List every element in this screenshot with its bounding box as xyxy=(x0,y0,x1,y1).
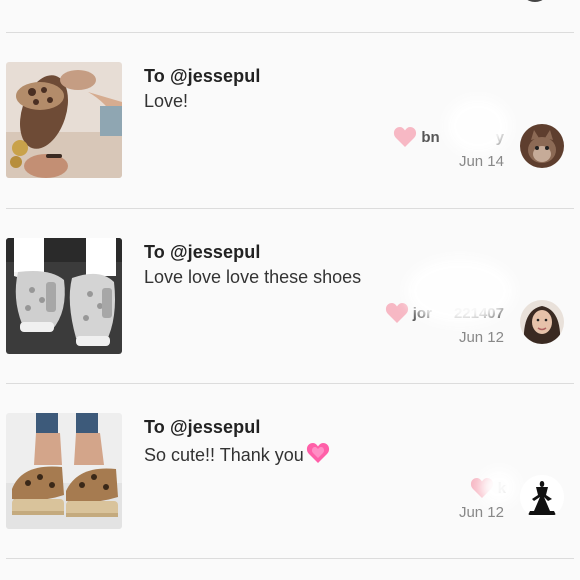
comment-text: So cute!! Thank you xyxy=(144,442,330,469)
comment-date: Jun 14 xyxy=(458,153,504,170)
recipient-label: To @jessepul xyxy=(144,242,261,262)
comment-item[interactable]: To @jessepul Love love love these shoes … xyxy=(0,238,580,360)
thumbnail-leopard-espadrille-sandal[interactable] xyxy=(6,413,122,529)
recipient-label: To @jessepul xyxy=(144,66,261,86)
avatar-partial xyxy=(520,0,550,2)
like-heart-icon[interactable] xyxy=(393,126,417,148)
like-heart-icon[interactable] xyxy=(385,302,409,324)
comment-date: Jun 12 xyxy=(458,329,504,346)
divider xyxy=(6,208,574,209)
thumbnail-snakeskin-wedge-sneaker[interactable] xyxy=(6,238,122,354)
redaction-blur xyxy=(406,258,514,324)
avatar-user-photo[interactable] xyxy=(520,300,564,344)
divider xyxy=(6,32,574,33)
comment-date: Jun 12 xyxy=(458,504,504,521)
username[interactable]: bn xyxy=(421,129,439,146)
comment-text: Love love love these shoes xyxy=(144,267,362,287)
divider xyxy=(6,558,574,559)
avatar-cat-photo[interactable] xyxy=(520,124,564,168)
recipient-label: To @jessepul xyxy=(144,417,261,437)
comment-text-body: So cute!! Thank you xyxy=(144,445,304,465)
comment-item[interactable]: To @jessepul Love! bny Jun 14 xyxy=(0,62,580,184)
redaction-blur xyxy=(480,469,518,505)
redaction-blur xyxy=(446,98,510,154)
avatar-dancer-logo[interactable] xyxy=(520,475,564,519)
divider xyxy=(6,383,574,384)
comment-item[interactable]: To @jessepul So cute!! Thank you k Jun 1… xyxy=(0,413,580,535)
comment-text: Love! xyxy=(144,91,189,111)
pink-heart-icon xyxy=(306,442,330,469)
thumbnail-leopard-slide-sandal[interactable] xyxy=(6,62,122,178)
